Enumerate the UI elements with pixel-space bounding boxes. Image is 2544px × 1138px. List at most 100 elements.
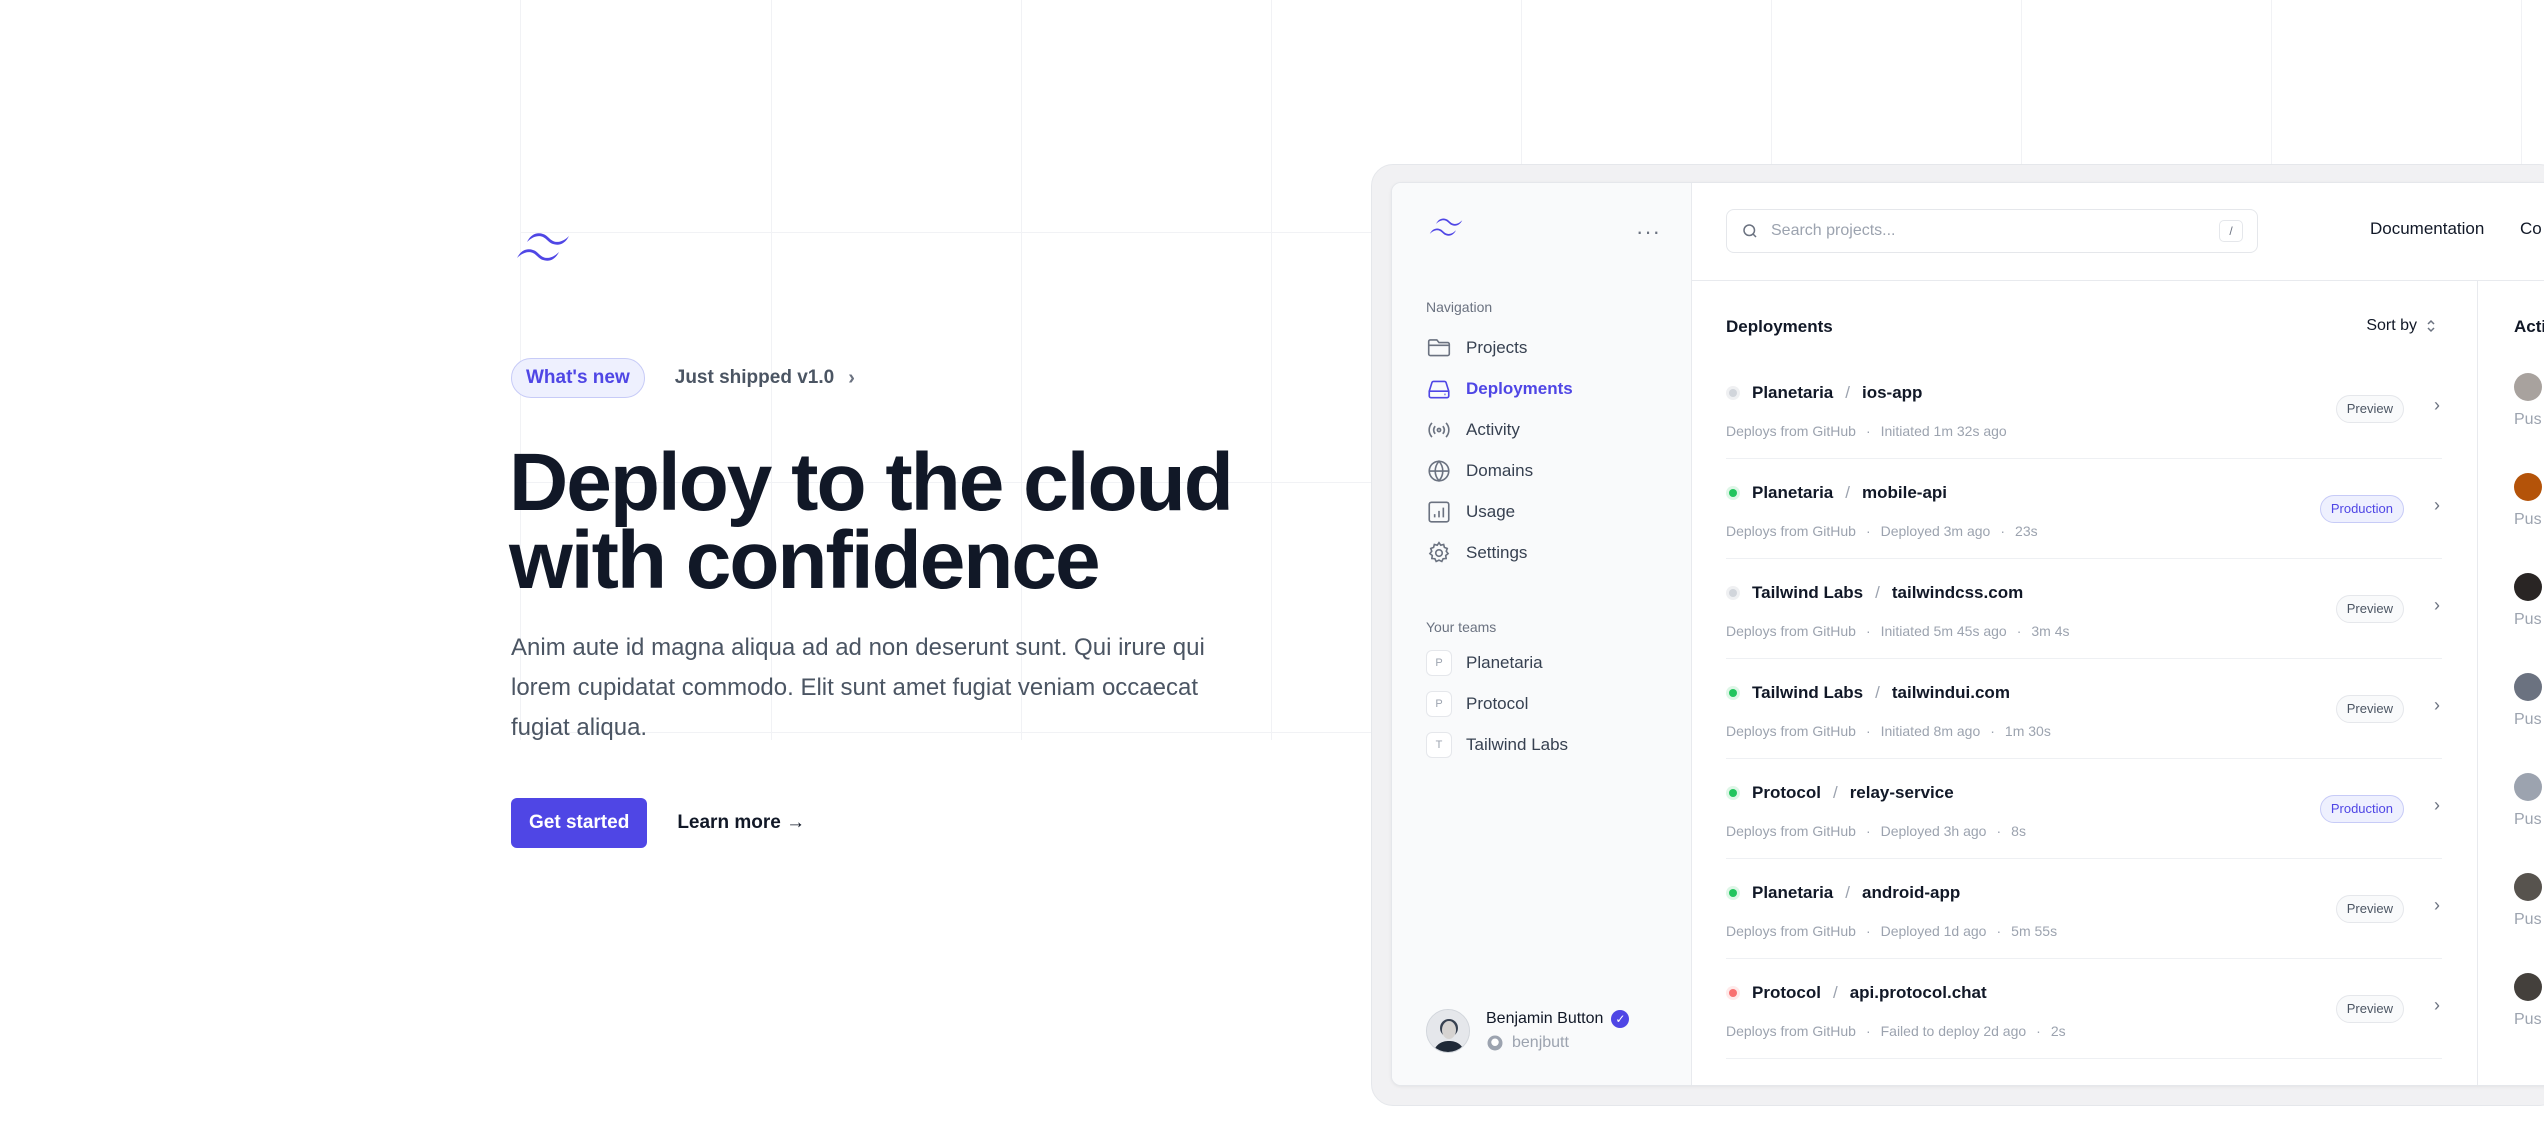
verified-badge-icon: ✓ <box>1611 1010 1630 1028</box>
deployment-project: tailwindcss.com <box>1891 583 2024 602</box>
deployment-project: planetaria.tech <box>1862 1083 1982 1085</box>
sort-dropdown[interactable]: Sort by <box>2366 317 2437 335</box>
deployment-source: Deploys from GitHub <box>1726 423 1856 439</box>
top-nav-link[interactable]: Co <box>2520 219 2542 239</box>
sidebar: ··· Navigation Projects Deployments Acti… <box>1392 183 1692 1085</box>
app-window: ··· Navigation Projects Deployments Acti… <box>1391 182 2544 1086</box>
deployment-source: Deploys from GitHub <box>1726 723 1856 739</box>
deployments-heading: Deployments <box>1726 317 1833 336</box>
shipped-link[interactable]: Just shipped v1.0 › <box>675 367 855 390</box>
grid-line <box>1271 0 1272 740</box>
more-options-icon[interactable]: ··· <box>1636 219 1661 245</box>
hero-description: Anim aute id magna aliqua ad ad non dese… <box>511 634 1205 741</box>
deployment-title: Protocol / api.protocol.chat <box>1726 983 1987 1003</box>
sidebar-item-usage[interactable]: Usage <box>1426 497 1515 527</box>
activity-item[interactable]: Pus <box>2514 573 2544 633</box>
environment-badge: Preview <box>2335 995 2404 1023</box>
activity-text: Pus <box>2514 911 2542 928</box>
team-initial: P <box>1426 650 1452 676</box>
deployment-source: Deploys from GitHub <box>1726 523 1856 539</box>
server-icon <box>1428 380 1450 399</box>
deployment-row[interactable]: Planetaria / android-app Deploys from GitHu… <box>1726 859 2442 959</box>
github-icon <box>1487 1035 1503 1051</box>
deployment-title: Planetaria / mobile-api <box>1726 483 1947 503</box>
sidebar-item-deployments[interactable]: Deployments <box>1426 374 1573 404</box>
deployment-row[interactable]: Planetaria / planetaria.tech <box>1726 1059 2442 1085</box>
status-indicator <box>1726 386 1740 400</box>
deployment-title: Protocol / relay-service <box>1726 783 1954 803</box>
deployment-meta: Deploys from GitHub · Initiated 5m 45s ago… <box>1726 623 2070 639</box>
environment-badge: Preview <box>2335 695 2404 723</box>
tailwind-logo-icon <box>517 233 569 261</box>
deployment-meta: Deploys from GitHub · Initiated 1m 32s ago <box>1726 423 2007 439</box>
activity-item[interactable]: Pus <box>2514 973 2544 1033</box>
team-label: Protocol <box>1466 694 1529 713</box>
activity-item[interactable]: Pus <box>2514 373 2544 433</box>
environment-badge: Preview <box>2335 395 2404 423</box>
sidebar-item-settings[interactable]: Settings <box>1426 538 1527 568</box>
hero-actions: Get started Learn more → <box>511 798 805 848</box>
deployment-source: Deploys from GitHub <box>1726 1023 1856 1039</box>
activity-item[interactable]: Pus <box>2514 773 2544 833</box>
deployment-duration: 23s <box>2015 523 2038 539</box>
deployment-status-text: Failed to deploy 2d ago <box>1880 1023 2027 1039</box>
meta-separator: · <box>1996 923 2002 939</box>
chevron-up-down-icon <box>2427 319 2435 333</box>
meta-separator: · <box>1865 823 1871 839</box>
status-indicator <box>1726 786 1740 800</box>
deployments-list: Deployments Sort by Planetaria / ios-app De… <box>1692 281 2478 1085</box>
meta-separator: · <box>2036 1023 2041 1039</box>
sidebar-item-domains[interactable]: Domains <box>1426 456 1533 486</box>
activity-item[interactable]: Pus <box>2514 473 2544 533</box>
deployment-row[interactable]: Protocol / relay-service Deploys from GitHu… <box>1726 759 2442 859</box>
sidebar-item-label: Deployments <box>1466 379 1573 398</box>
meta-separator: · <box>1990 723 1995 739</box>
deployment-team: Planetaria <box>1752 383 1834 402</box>
meta-separator: · <box>1996 823 2002 839</box>
deployment-status-text: Initiated 5m 45s ago <box>1880 623 2007 639</box>
deployment-row[interactable]: Planetaria / ios-app Deploys from GitHub · In… <box>1726 359 2442 459</box>
sidebar-item-activity[interactable]: Activity <box>1426 415 1520 445</box>
activity-item[interactable]: Pus <box>2514 673 2544 733</box>
learn-more-link[interactable]: Learn more → <box>677 812 805 834</box>
headline-line-2: with confidence <box>509 515 1101 606</box>
avatar <box>2514 973 2542 1001</box>
sidebar-item-planetaria[interactable]: P Planetaria <box>1426 650 1543 676</box>
deployment-project: mobile-api <box>1862 483 1948 502</box>
get-started-button[interactable]: Get started <box>511 798 648 848</box>
top-bar: Search projects... / Documentation Co <box>1692 183 2544 281</box>
whats-new-badge[interactable]: What's new <box>511 358 645 398</box>
deployment-duration: 2s <box>2050 1023 2066 1039</box>
shipped-label: Just shipped v1.0 <box>674 367 835 388</box>
deployment-row[interactable]: Tailwind Labs / tailwindcss.com Deploys fro… <box>1726 559 2442 659</box>
sidebar-item-projects[interactable]: Projects <box>1426 333 1527 363</box>
navigation-label: Navigation <box>1426 299 1493 315</box>
deployment-project: ios-app <box>1862 383 1923 402</box>
activity-text: Pus <box>2514 411 2542 428</box>
signal-icon <box>1428 422 1450 438</box>
status-indicator <box>1726 586 1740 600</box>
user-profile[interactable]: Benjamin Button ✓ benjbutt <box>1426 1009 1630 1053</box>
deployment-title: Planetaria / ios-app <box>1726 383 1922 403</box>
search-field[interactable]: Search projects... / <box>1726 209 2258 253</box>
activity-item[interactable]: Pus <box>2514 873 2544 933</box>
avatar <box>2514 673 2542 701</box>
chevron-right-icon: › <box>2434 395 2440 415</box>
deployment-meta: Deploys from GitHub · Failed to deploy 2d … <box>1726 1023 2066 1039</box>
deployment-title: Planetaria / android-app <box>1726 883 1960 903</box>
deployment-row[interactable]: Tailwind Labs / tailwindui.com Deploys from… <box>1726 659 2442 759</box>
deployment-row[interactable]: Planetaria / mobile-api Deploys from GitHub… <box>1726 459 2442 559</box>
environment-badge: Preview <box>2335 895 2404 923</box>
deployment-row[interactable]: Protocol / api.protocol.chat Deploys from G… <box>1726 959 2442 1059</box>
avatar <box>1426 1009 1470 1053</box>
deployment-status-text: Initiated 1m 32s ago <box>1880 423 2007 439</box>
sidebar-item-protocol[interactable]: P Protocol <box>1426 691 1528 717</box>
team-label: Planetaria <box>1466 653 1543 672</box>
user-name-row: Benjamin Button ✓ <box>1486 1010 1630 1028</box>
meta-separator: · <box>1865 423 1871 439</box>
documentation-link[interactable]: Documentation <box>2370 219 2484 239</box>
chevron-right-icon: › <box>2434 795 2440 815</box>
user-name: Benjamin Button <box>1486 1010 1604 1027</box>
sidebar-item-tailwind-labs[interactable]: T Tailwind Labs <box>1426 732 1568 758</box>
search-input[interactable]: Search projects... <box>1771 222 2207 240</box>
